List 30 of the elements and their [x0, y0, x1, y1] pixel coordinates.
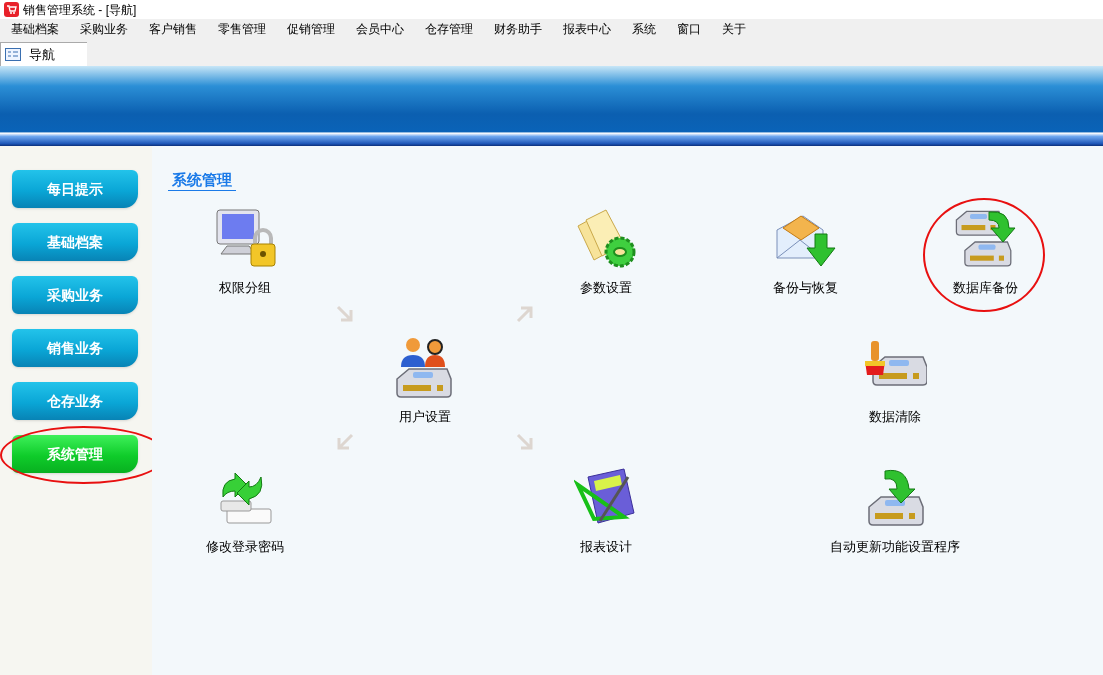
- menu-item[interactable]: 基础档案: [2, 19, 68, 40]
- tab[interactable]: 导航: [0, 42, 87, 66]
- menu-item[interactable]: 零售管理: [209, 19, 275, 40]
- function-link[interactable]: 备份与恢复: [772, 278, 838, 298]
- menu-item[interactable]: 采购业务: [71, 19, 137, 40]
- function-link[interactable]: 用户设置: [399, 407, 451, 427]
- menu-item[interactable]: 财务助手: [485, 19, 551, 40]
- arrow-icon: [335, 432, 355, 452]
- function-link[interactable]: 自动更新功能设置程序: [830, 537, 960, 557]
- menu-item[interactable]: 客户销售: [140, 19, 206, 40]
- arrow-icon: [515, 304, 535, 324]
- menu-item[interactable]: 系统: [623, 19, 665, 40]
- function-link[interactable]: 修改登录密码: [206, 537, 284, 557]
- section-title: 系统管理: [168, 170, 236, 191]
- menu-item[interactable]: 会员中心: [347, 19, 413, 40]
- menu-item[interactable]: 关于: [713, 19, 755, 40]
- function-link[interactable]: 数据清除: [869, 407, 921, 427]
- function-link[interactable]: 报表设计: [580, 537, 632, 557]
- monitor-lock-icon: [213, 208, 277, 270]
- function-link[interactable]: 数据库备份: [952, 278, 1018, 298]
- arrow-icon: [335, 304, 355, 324]
- menu-item[interactable]: 窗口: [668, 19, 710, 40]
- menu-item[interactable]: 仓存管理: [416, 19, 482, 40]
- window-title: 销售管理系统 - [导航]: [23, 1, 137, 19]
- menu-item[interactable]: 促销管理: [278, 19, 344, 40]
- function-link[interactable]: 参数设置: [580, 278, 632, 298]
- function-link[interactable]: 权限分组: [219, 278, 271, 298]
- list-icon: [5, 48, 21, 61]
- arrow-icon: [515, 432, 535, 452]
- menu-item[interactable]: 报表中心: [554, 19, 620, 40]
